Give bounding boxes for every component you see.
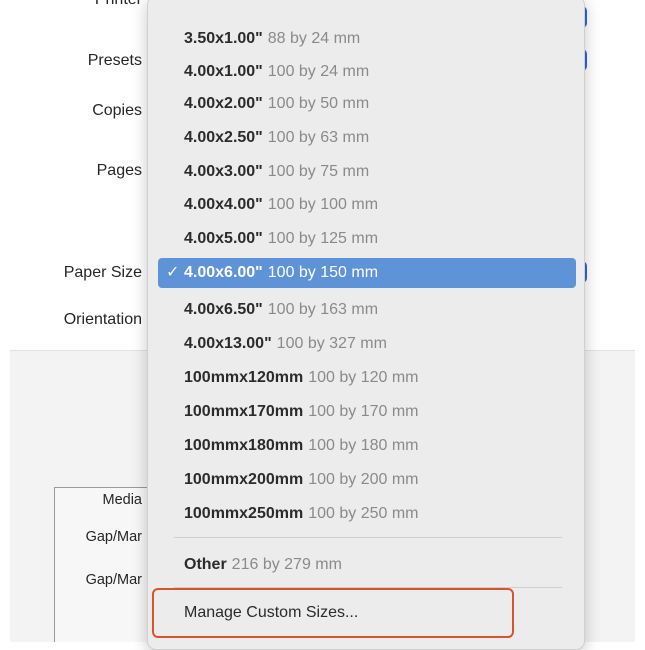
checkmark-icon: ✓ (166, 264, 180, 281)
menu-item-paper-size[interactable]: 100mmx250mm 100 by 250 mm (158, 499, 576, 529)
menu-item-paper-size[interactable]: 4.00x2.50" 100 by 63 mm (158, 123, 576, 153)
menu-item-paper-size[interactable]: 4.00x6.50" 100 by 163 mm (158, 295, 576, 325)
menu-item-paper-size[interactable]: 100mmx120mm 100 by 120 mm (158, 363, 576, 393)
menu-item-paper-size[interactable]: 100mmx200mm 100 by 200 mm (158, 465, 576, 495)
orientation-label: Orientation (63, 311, 142, 328)
paper-size-label: Paper Size (63, 264, 142, 281)
menu-item-paper-size[interactable]: 100mmx180mm 100 by 180 mm (158, 431, 576, 461)
printer-label: Printer (90, 0, 142, 9)
gap-margin-label-1: Gap/Mar (85, 529, 142, 545)
menu-item-paper-size[interactable]: 4.00x13.00" 100 by 327 mm (158, 329, 576, 359)
menu-item-paper-size[interactable]: 3.50x1.00" 88 by 24 mm (158, 24, 576, 54)
menu-item-paper-size[interactable]: 4.00x2.00" 100 by 50 mm (158, 89, 576, 119)
menu-item-paper-size[interactable]: 4.00x4.00" 100 by 100 mm (158, 190, 576, 220)
copies-label: Copies (92, 102, 142, 119)
menu-item-paper-size[interactable]: 4.00x3.00" 100 by 75 mm (158, 157, 576, 187)
menu-separator (174, 537, 562, 538)
menu-item-paper-size-selected[interactable]: ✓ 4.00x6.00" 100 by 150 mm (158, 258, 576, 288)
media-label: Media (102, 492, 143, 508)
pages-label: Pages (96, 162, 142, 179)
presets-label: Presets (87, 52, 142, 69)
manage-custom-sizes-item[interactable]: Manage Custom Sizes... (152, 588, 514, 638)
gap-margin-label-2: Gap/Mar (85, 572, 142, 588)
menu-item-paper-size[interactable]: 4.00x5.00" 100 by 125 mm (158, 224, 576, 254)
menu-item-other-size[interactable]: Other 216 by 279 mm (158, 550, 576, 580)
menu-item-paper-size[interactable]: 4.00x1.00" 100 by 24 mm (158, 57, 576, 87)
menu-item-paper-size[interactable]: 100mmx170mm 100 by 170 mm (158, 397, 576, 427)
